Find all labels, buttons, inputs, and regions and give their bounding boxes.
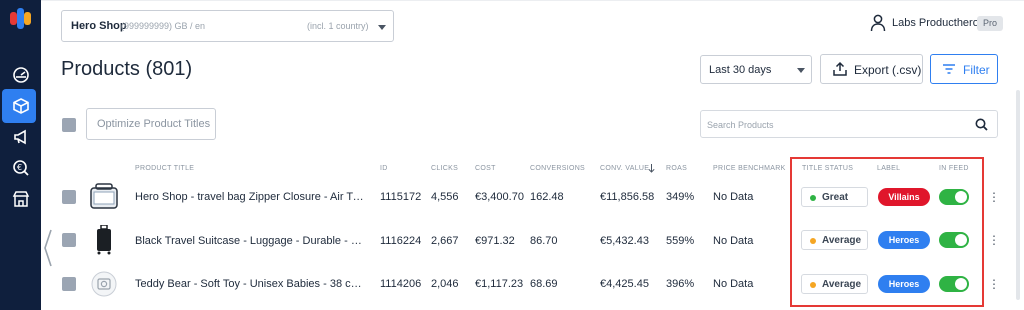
highlight-box <box>790 157 984 307</box>
date-range-select[interactable]: Last 30 days <box>700 55 812 84</box>
dashboard-icon <box>12 67 29 83</box>
cost-value: €1,117.23 <box>475 278 524 290</box>
more-vert-icon[interactable]: ⋮ <box>988 191 1000 203</box>
cost-value: €971.32 <box>475 235 515 247</box>
product-id: 1114206 <box>380 278 422 290</box>
date-range-value: Last 30 days <box>709 64 772 76</box>
row-checkbox[interactable] <box>62 190 76 204</box>
row-checkbox[interactable] <box>62 277 76 291</box>
select-all-checkbox[interactable] <box>62 118 76 132</box>
chevron-down-icon <box>797 68 805 73</box>
column-header-id[interactable]: ID <box>380 165 388 172</box>
header-divider <box>41 0 1024 1</box>
column-header-title[interactable]: PRODUCT TITLE <box>135 165 194 172</box>
conv-value: €11,856.58 <box>600 191 655 203</box>
roas-value: 396% <box>666 278 695 290</box>
sort-descending-icon[interactable] <box>648 164 655 173</box>
search-input[interactable] <box>707 117 957 133</box>
row-checkbox[interactable] <box>62 233 76 247</box>
filter-button[interactable]: Filter <box>930 54 998 84</box>
clicks-value: 2,667 <box>431 235 459 247</box>
product-title[interactable]: Hero Shop - travel bag Zipper Closure - … <box>135 191 367 203</box>
optimize-titles-button[interactable]: Optimize Product Titles <box>86 108 216 140</box>
product-title[interactable]: Black Travel Suitcase - Luggage - Durabl… <box>135 235 367 247</box>
sidebar-item-products[interactable] <box>0 89 41 123</box>
column-header-conversions[interactable]: CONVERSIONS <box>530 165 585 172</box>
more-vert-icon[interactable]: ⋮ <box>988 234 1000 246</box>
column-header-conv-value[interactable]: CONV. VALUE <box>600 165 649 172</box>
user-icon[interactable] <box>870 14 886 32</box>
plan-badge: Pro <box>977 16 1003 31</box>
user-name[interactable]: Labs Producthero <box>892 17 979 29</box>
sidebar-item-dashboard[interactable] <box>0 58 41 92</box>
conv-value: €4,425.45 <box>600 278 649 290</box>
clicks-value: 4,556 <box>431 191 459 203</box>
conversions-value: 86.70 <box>530 235 558 247</box>
optimize-label: Optimize Product Titles <box>97 118 211 130</box>
svg-text:€: € <box>17 163 22 172</box>
product-thumbnail[interactable] <box>88 182 120 212</box>
more-vert-icon[interactable]: ⋮ <box>988 278 1000 290</box>
upload-icon <box>833 61 847 76</box>
conversions-value: 162.48 <box>530 191 564 203</box>
chevron-down-icon <box>378 25 386 30</box>
sidebar: € <box>0 0 41 310</box>
store-icon <box>12 191 29 207</box>
sidebar-item-store[interactable] <box>0 182 41 216</box>
column-header-clicks[interactable]: CLICKS <box>431 165 458 172</box>
conv-value: €5,432.43 <box>600 235 649 247</box>
price-benchmark-value: No Data <box>713 235 754 247</box>
product-thumbnail[interactable] <box>88 225 120 255</box>
column-header-cost[interactable]: COST <box>475 165 496 172</box>
box-icon <box>12 98 29 114</box>
column-header-roas[interactable]: ROAS <box>666 165 687 172</box>
price-benchmark-value: No Data <box>713 191 754 203</box>
column-header-price-benchmark[interactable]: PRICE BENCHMARK <box>713 165 786 172</box>
filter-label: Filter <box>963 63 990 77</box>
shop-selector[interactable]: Hero Shop (999999999) GB / en (incl. 1 c… <box>61 10 394 42</box>
export-csv-button[interactable]: Export (.csv) <box>820 54 923 84</box>
price-benchmark-value: No Data <box>713 278 754 290</box>
shop-meta: (999999999) GB / en <box>121 21 206 31</box>
sidebar-expand-icon[interactable] <box>42 228 54 268</box>
sidebar-item-pricing[interactable]: € <box>0 151 41 185</box>
product-id: 1116224 <box>380 235 422 247</box>
export-label: Export (.csv) <box>854 63 922 77</box>
roas-value: 559% <box>666 235 695 247</box>
roas-value: 349% <box>666 191 695 203</box>
megaphone-icon <box>13 129 26 145</box>
page-title: Products (801) <box>61 58 193 80</box>
scrollbar[interactable] <box>1016 90 1020 300</box>
conversions-value: 68.69 <box>530 278 558 290</box>
shop-country-count: (incl. 1 country) <box>307 21 369 31</box>
app-logo[interactable] <box>10 8 31 29</box>
product-id: 1115172 <box>380 191 422 203</box>
product-thumbnail[interactable] <box>88 269 120 299</box>
search-icon[interactable] <box>975 118 988 131</box>
clicks-value: 2,046 <box>431 278 459 290</box>
shop-name: Hero Shop <box>71 20 127 32</box>
cost-value: €3,400.70 <box>475 191 524 203</box>
product-title[interactable]: Teddy Bear - Soft Toy - Unisex Babies - … <box>135 278 367 290</box>
sidebar-item-campaigns[interactable] <box>0 120 41 154</box>
euro-search-icon: € <box>12 160 29 176</box>
filter-icon <box>943 64 955 74</box>
search-box[interactable] <box>700 110 998 138</box>
